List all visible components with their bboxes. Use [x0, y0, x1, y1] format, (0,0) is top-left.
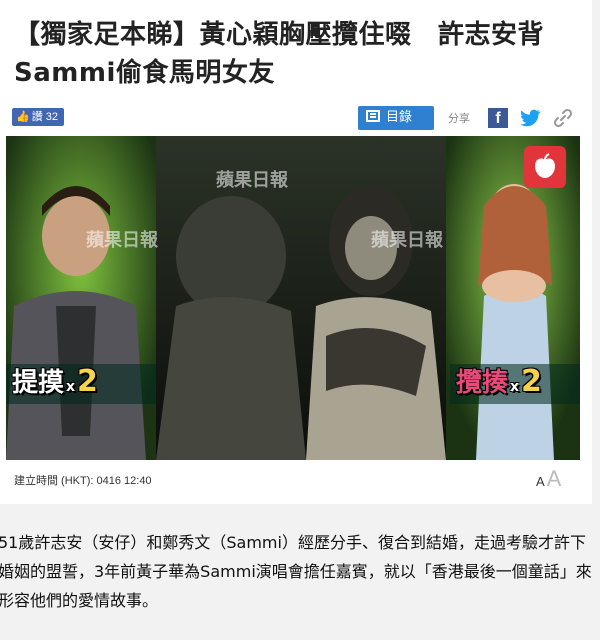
photo-watermark: 蘋果日報	[371, 230, 443, 251]
like-button[interactable]: 👍 讚 32	[12, 108, 64, 126]
article-body: 51歲許志安（安仔）和鄭秀文（Sammi）經歷分手、復合到結婚，走過考驗才許下婚…	[0, 533, 592, 610]
photo-watermark: 蘋果日報	[216, 170, 288, 191]
left-caption-multiplier: x	[66, 379, 76, 395]
left-caption-count: 2	[77, 364, 98, 399]
publish-time: 建立時間 (HKT): 0416 12:40	[14, 475, 152, 487]
facebook-icon[interactable]: f	[488, 108, 508, 128]
thumbs-up-icon: 👍	[16, 111, 30, 123]
twitter-icon[interactable]	[518, 106, 542, 130]
font-size-small-button[interactable]: A	[536, 474, 545, 489]
font-size-control[interactable]: AA	[536, 466, 561, 492]
article-card: 【獨家足本睇】黃心穎胸壓攬住啜 許志安背Sammi偷食馬明女友 👍 讚 32 目錄…	[0, 0, 592, 504]
right-caption-count: 2	[521, 364, 542, 399]
share-label: 分享	[448, 112, 470, 125]
toc-label: 目錄	[386, 110, 413, 125]
article-headline: 【獨家足本睇】黃心穎胸壓攬住啜 許志安背Sammi偷食馬明女友	[14, 20, 545, 88]
link-icon[interactable]	[552, 107, 574, 129]
font-size-large-button[interactable]: A	[547, 466, 562, 491]
article-meta: 建立時間 (HKT): 0416 12:40 AA	[0, 466, 592, 494]
photo-watermark: 蘋果日報	[86, 230, 158, 251]
right-caption-text: 攬揍	[456, 368, 509, 398]
left-caption-text: 提摸	[12, 368, 65, 398]
article-photo[interactable]: 蘋果日報 蘋果日報 蘋果日報 提摸 x2 攬揍 x2	[6, 136, 580, 460]
table-of-contents-button[interactable]: 目錄	[358, 106, 434, 130]
right-caption: 攬揍 x2	[456, 362, 542, 399]
left-caption: 提摸 x2	[12, 362, 98, 399]
list-icon	[366, 110, 380, 122]
apple-daily-logo	[524, 146, 566, 188]
like-label: 讚	[31, 111, 43, 123]
right-caption-multiplier: x	[510, 379, 520, 395]
like-count: 32	[45, 111, 59, 123]
article-toolbar: 👍 讚 32 目錄 分享 f	[0, 100, 592, 136]
